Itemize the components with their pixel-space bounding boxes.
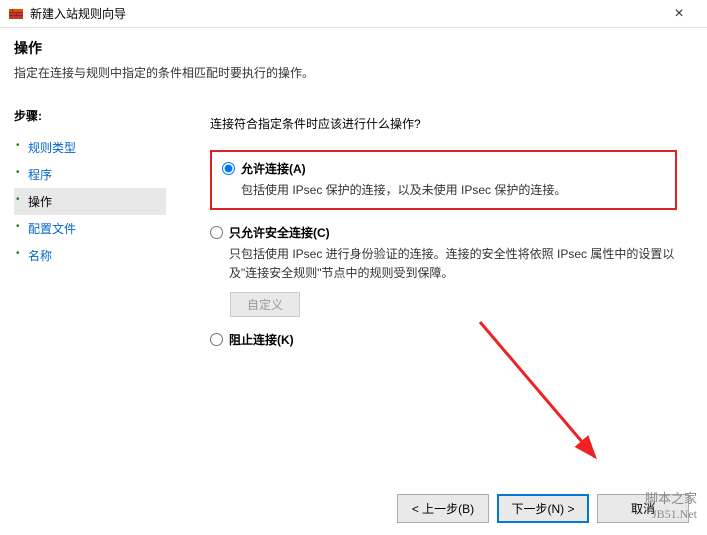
step-program[interactable]: 程序	[14, 161, 166, 188]
option-secure-desc: 只包括使用 IPsec 进行身份验证的连接。连接的安全性将依照 IPsec 属性…	[229, 245, 677, 283]
next-button[interactable]: 下一步(N) >	[497, 494, 589, 523]
main-panel: 连接符合指定条件时应该进行什么操作? 允许连接(A) 包括使用 IPsec 保护…	[180, 97, 707, 527]
steps-label: 步骤:	[14, 107, 166, 124]
radio-block[interactable]	[210, 333, 223, 346]
back-button[interactable]: < 上一步(B)	[397, 494, 489, 523]
window-title: 新建入站规则向导	[30, 5, 659, 22]
step-profile[interactable]: 配置文件	[14, 215, 166, 242]
step-action[interactable]: 操作	[14, 188, 166, 215]
steps-list: 规则类型 程序 操作 配置文件 名称	[14, 134, 166, 269]
option-secure-title: 只允许安全连接(C)	[229, 224, 677, 241]
option-allow-highlight: 允许连接(A) 包括使用 IPsec 保护的连接，以及未使用 IPsec 保护的…	[210, 150, 677, 210]
page-subtitle: 指定在连接与规则中指定的条件相匹配时要执行的操作。	[14, 64, 693, 81]
cancel-button[interactable]: 取消	[597, 494, 689, 523]
option-allow-title: 允许连接(A)	[241, 160, 665, 177]
firewall-icon	[8, 6, 24, 22]
wizard-header: 操作 指定在连接与规则中指定的条件相匹配时要执行的操作。	[0, 28, 707, 97]
titlebar: 新建入站规则向导 ×	[0, 0, 707, 28]
option-block-title: 阻止连接(K)	[229, 331, 677, 348]
option-allow-desc: 包括使用 IPsec 保护的连接，以及未使用 IPsec 保护的连接。	[241, 181, 665, 200]
radio-secure[interactable]	[210, 226, 223, 239]
step-rule-type[interactable]: 规则类型	[14, 134, 166, 161]
radio-allow[interactable]	[222, 162, 235, 175]
page-title: 操作	[14, 38, 693, 58]
question-text: 连接符合指定条件时应该进行什么操作?	[210, 115, 677, 132]
close-button[interactable]: ×	[659, 5, 699, 23]
wizard-footer: < 上一步(B) 下一步(N) > 取消	[397, 494, 689, 523]
customize-button: 自定义	[230, 292, 300, 317]
step-name[interactable]: 名称	[14, 242, 166, 269]
steps-sidebar: 步骤: 规则类型 程序 操作 配置文件 名称	[0, 97, 180, 527]
